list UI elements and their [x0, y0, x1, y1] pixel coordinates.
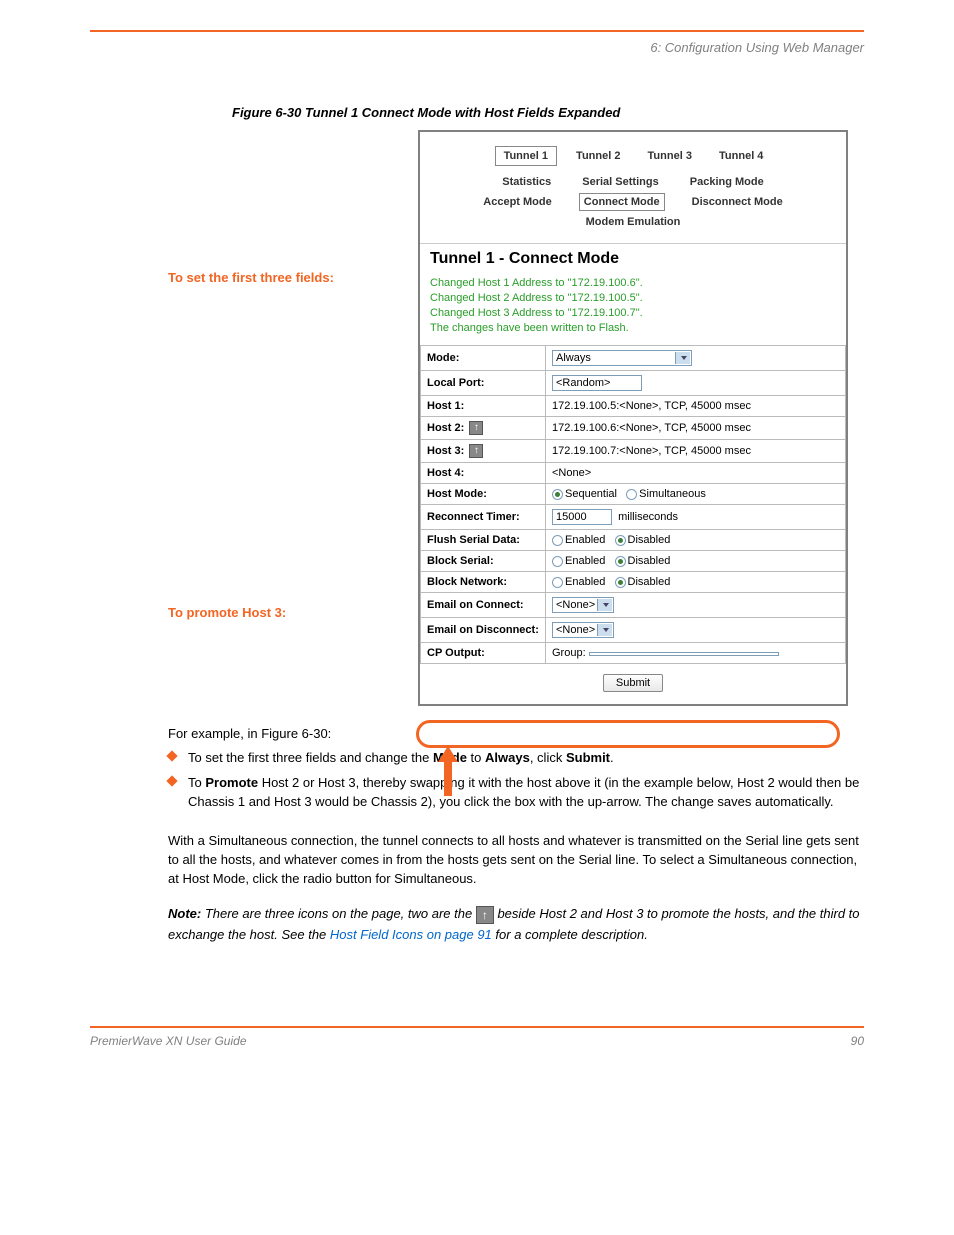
label-local-port: Local Port:: [421, 371, 546, 396]
value-host-2[interactable]: 172.19.100.6:<None>, TCP, 45000 msec: [546, 417, 846, 440]
link-disconnect-mode[interactable]: Disconnect Mode: [688, 194, 787, 210]
link-host-field-icons[interactable]: Host Field Icons on page 91: [330, 927, 492, 942]
status-line: Changed Host 1 Address to "172.19.100.6"…: [430, 276, 836, 291]
header-rule: [90, 30, 864, 32]
up-arrow-icon: ↑: [476, 906, 494, 924]
bullet-item: To Promote Host 2 or Host 3, thereby swa…: [168, 774, 864, 812]
radio-bnet-enabled[interactable]: [552, 577, 563, 588]
label-mode: Mode:: [421, 346, 546, 371]
value-host-4[interactable]: <None>: [546, 463, 846, 484]
tunnel-tabs: Tunnel 1 Tunnel 2 Tunnel 3 Tunnel 4: [420, 132, 846, 172]
link-modem-emulation[interactable]: Modem Emulation: [582, 214, 685, 230]
value-host-mode: Sequential Simultaneous: [546, 484, 846, 505]
label-email-on-connect: Email on Connect:: [421, 593, 546, 618]
bullet-list: To set the first three fields and change…: [168, 749, 864, 812]
value-host-3[interactable]: 172.19.100.7:<None>, TCP, 45000 msec: [546, 440, 846, 463]
label-cp-output: CP Output:: [421, 643, 546, 664]
radio-sequential[interactable]: [552, 489, 563, 500]
link-connect-mode[interactable]: Connect Mode: [579, 193, 665, 211]
value-cp-output: Group:: [546, 643, 846, 664]
label-host-2: Host 2: ↑: [421, 417, 546, 440]
paragraph-simultaneous: With a Simultaneous connection, the tunn…: [168, 832, 864, 889]
bullet-text: To set the first three fields and change…: [188, 749, 864, 768]
label-host-1: Host 1:: [421, 396, 546, 417]
value-block-network: Enabled Disabled: [546, 572, 846, 593]
header-chapter: 6: Configuration Using Web Manager: [90, 40, 864, 55]
screenshot-panel: Tunnel 1 Tunnel 2 Tunnel 3 Tunnel 4 Stat…: [418, 130, 848, 706]
config-table: Mode: Always Local Port: <Random> Host 1…: [420, 345, 846, 664]
value-block-serial: Enabled Disabled: [546, 551, 846, 572]
link-statistics[interactable]: Statistics: [498, 174, 555, 190]
label-host-mode: Host Mode:: [421, 484, 546, 505]
label-block-network: Block Network:: [421, 572, 546, 593]
figure-callouts: To set the first three fields: To promot…: [168, 130, 418, 706]
callout-promote: To promote Host 3:: [168, 605, 418, 620]
radio-bserial-enabled[interactable]: [552, 556, 563, 567]
sub-nav: Statistics Serial Settings Packing Mode …: [420, 172, 846, 243]
footer-doc-title: PremierWave XN User Guide: [90, 1034, 247, 1048]
bullet-item: To set the first three fields and change…: [168, 749, 864, 768]
select-mode[interactable]: Always: [552, 350, 692, 366]
value-host-1[interactable]: 172.19.100.5:<None>, TCP, 45000 msec: [546, 396, 846, 417]
page-root: 6: Configuration Using Web Manager Figur…: [0, 0, 954, 1078]
label-flush-serial: Flush Serial Data:: [421, 530, 546, 551]
tab-tunnel-1[interactable]: Tunnel 1: [495, 146, 557, 166]
select-email-on-disconnect[interactable]: <None>: [552, 622, 614, 638]
select-email-on-connect[interactable]: <None>: [552, 597, 614, 613]
figure-row: To set the first three fields: To promot…: [168, 130, 864, 706]
status-messages: Changed Host 1 Address to "172.19.100.6"…: [420, 276, 846, 345]
panel-title: Tunnel 1 - Connect Mode: [420, 243, 846, 276]
bullet-icon: [166, 776, 177, 787]
submit-row: Submit: [420, 664, 846, 704]
radio-bserial-disabled[interactable]: [615, 556, 626, 567]
label-email-on-disconnect: Email on Disconnect:: [421, 618, 546, 643]
input-reconnect-timer[interactable]: 15000: [552, 509, 612, 525]
submit-button[interactable]: Submit: [603, 674, 663, 692]
figure-caption: Figure 6-30 Tunnel 1 Connect Mode with H…: [232, 105, 864, 120]
label-block-serial: Block Serial:: [421, 551, 546, 572]
radio-bnet-disabled[interactable]: [615, 577, 626, 588]
label-host-3: Host 3: ↑: [421, 440, 546, 463]
tab-tunnel-4[interactable]: Tunnel 4: [711, 147, 771, 165]
bullet-icon: [166, 751, 177, 762]
promote-host-2-icon[interactable]: ↑: [469, 421, 483, 435]
footer-page-number: 90: [851, 1034, 864, 1048]
input-cp-output-group[interactable]: [589, 652, 779, 656]
tab-tunnel-2[interactable]: Tunnel 2: [568, 147, 628, 165]
intro-line: For example, in Figure 6-30:: [168, 726, 864, 741]
value-reconnect-timer: 15000 milliseconds: [546, 505, 846, 530]
input-local-port[interactable]: <Random>: [552, 375, 642, 391]
label-host-4: Host 4:: [421, 463, 546, 484]
status-line: Changed Host 3 Address to "172.19.100.7"…: [430, 306, 836, 321]
bullet-text: To Promote Host 2 or Host 3, thereby swa…: [188, 774, 864, 812]
promote-host-3-icon[interactable]: ↑: [469, 444, 483, 458]
radio-flush-enabled[interactable]: [552, 535, 563, 546]
note-label: Note:: [168, 906, 201, 921]
tab-tunnel-3[interactable]: Tunnel 3: [640, 147, 700, 165]
footer: PremierWave XN User Guide 90: [90, 1034, 864, 1048]
link-accept-mode[interactable]: Accept Mode: [479, 194, 555, 210]
note-block: Note: There are three icons on the page,…: [168, 904, 864, 946]
status-line: The changes have been written to Flash.: [430, 321, 836, 336]
radio-flush-disabled[interactable]: [615, 535, 626, 546]
link-packing-mode[interactable]: Packing Mode: [686, 174, 768, 190]
value-flush-serial: Enabled Disabled: [546, 530, 846, 551]
link-serial-settings[interactable]: Serial Settings: [578, 174, 662, 190]
callout-set-fields: To set the first three fields:: [168, 270, 418, 285]
radio-simultaneous[interactable]: [626, 489, 637, 500]
label-reconnect-timer: Reconnect Timer:: [421, 505, 546, 530]
footer-rule: [90, 1026, 864, 1028]
status-line: Changed Host 2 Address to "172.19.100.5"…: [430, 291, 836, 306]
